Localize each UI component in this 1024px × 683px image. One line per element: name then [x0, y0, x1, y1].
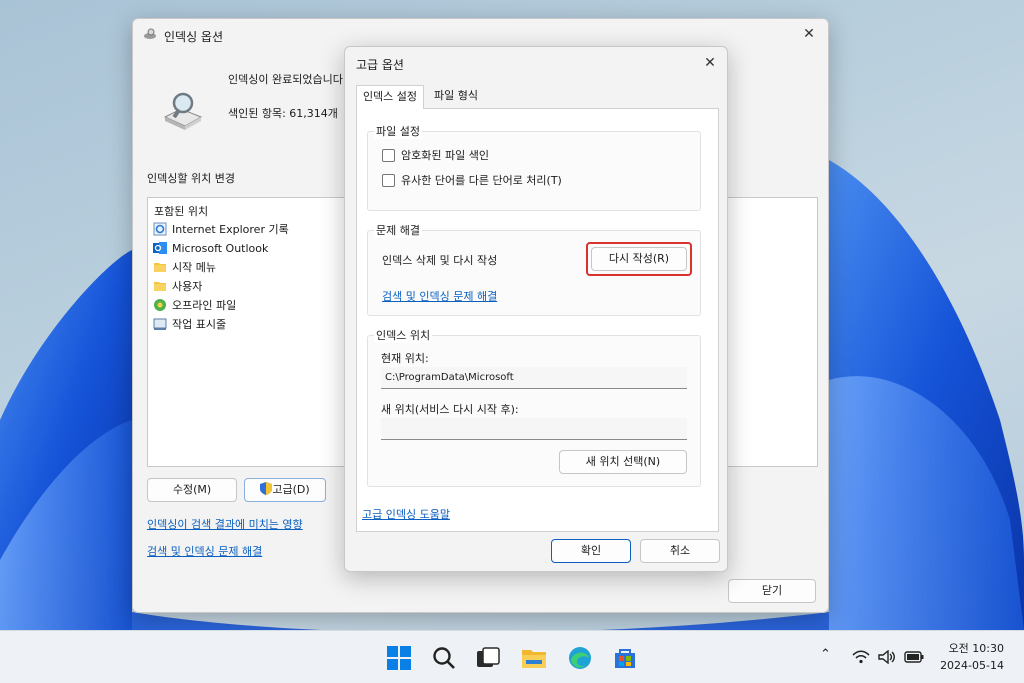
list-item[interactable]: Microsoft Outlook — [153, 239, 268, 257]
wifi-icon[interactable] — [852, 650, 870, 664]
taskbar-icon — [153, 317, 167, 331]
troubleshoot-link[interactable]: 검색 및 인덱싱 문제 해결 — [382, 288, 497, 304]
troubleshoot-link[interactable]: 검색 및 인덱싱 문제 해결 — [147, 543, 262, 559]
group-label: 파일 설정 — [374, 123, 422, 139]
magnifier-drive-icon — [163, 92, 203, 130]
advanced-help-link[interactable]: 고급 인덱싱 도움말 — [362, 506, 450, 522]
window-title: 인덱싱 옵션 — [164, 30, 224, 44]
section-label: 인덱싱할 위치 변경 — [147, 172, 235, 185]
advanced-options-dialog: 고급 옵션 ✕ 인덱스 설정 파일 형식 파일 설정 암호화된 파일 색인 유사… — [344, 46, 728, 572]
cancel-button[interactable]: 취소 — [640, 539, 720, 563]
offline-files-icon — [153, 298, 167, 312]
advanced-button-label: 고급(D) — [272, 483, 310, 496]
title-bar: 인덱싱 옵션 ✕ — [133, 19, 828, 49]
volume-icon[interactable] — [878, 650, 896, 664]
outlook-icon — [153, 241, 167, 255]
checkbox-label: 암호화된 파일 색인 — [401, 149, 489, 162]
file-settings-group: 파일 설정 암호화된 파일 색인 유사한 단어를 다른 단어로 처리(T) — [367, 123, 701, 211]
index-location-group: 인덱스 위치 현재 위치: C:\ProgramData\Microsoft 새… — [367, 327, 701, 487]
advanced-button[interactable]: 고급(D) — [244, 478, 326, 502]
clock-time: 오전 10:30 — [948, 642, 1004, 655]
indexed-count: 색인된 항목: 61,314개 — [228, 107, 338, 120]
clock[interactable]: 오전 10:30 2024-05-14 — [940, 640, 1004, 674]
tab-index-settings[interactable]: 인덱스 설정 — [356, 85, 424, 109]
rebuild-description: 인덱스 삭제 및 다시 작성 — [382, 254, 498, 267]
checkbox-label: 유사한 단어를 다른 단어로 처리(T) — [401, 174, 562, 187]
edge-icon[interactable] — [567, 645, 593, 671]
rebuild-button[interactable]: 다시 작성(R) — [591, 247, 687, 271]
troubleshooting-group: 문제 해결 인덱스 삭제 및 다시 작성 다시 작성(R) 검색 및 인덱싱 문… — [367, 222, 701, 316]
group-label: 인덱스 위치 — [374, 327, 433, 343]
indexing-icon — [144, 28, 156, 39]
close-icon[interactable]: ✕ — [699, 52, 721, 74]
ie-history-icon — [153, 222, 167, 236]
list-item-label: 작업 표시줄 — [172, 318, 227, 331]
modify-button[interactable]: 수정(M) — [147, 478, 237, 502]
checkbox-box[interactable] — [382, 173, 395, 187]
diacritics-checkbox[interactable]: 유사한 단어를 다른 단어로 처리(T) — [382, 172, 562, 188]
list-item-label: 사용자 — [172, 280, 203, 293]
list-item[interactable]: Internet Explorer 기록 — [153, 220, 289, 238]
list-item[interactable]: 사용자 — [153, 277, 202, 295]
dialog-title-bar: 고급 옵션 ✕ — [345, 47, 727, 77]
chevron-up-icon[interactable]: ⌃ — [820, 647, 831, 662]
current-location-field: C:\ProgramData\Microsoft — [381, 367, 687, 389]
dialog-title: 고급 옵션 — [356, 58, 404, 72]
close-button[interactable]: 닫기 — [728, 579, 816, 603]
tab-panel: 파일 설정 암호화된 파일 색인 유사한 단어를 다른 단어로 처리(T) 문제… — [356, 108, 719, 532]
start-icon[interactable] — [386, 645, 412, 671]
list-item[interactable]: 시작 메뉴 — [153, 258, 216, 276]
file-explorer-icon[interactable] — [521, 645, 547, 671]
list-item[interactable]: 작업 표시줄 — [153, 315, 226, 333]
ok-button[interactable]: 확인 — [551, 539, 631, 563]
new-location-label: 새 위치(서비스 다시 시작 후): — [381, 403, 519, 416]
folder-icon — [153, 279, 167, 293]
list-item-label: 시작 메뉴 — [172, 261, 216, 274]
indexing-status: 인덱싱이 완료되었습니다 — [228, 73, 343, 86]
list-item-label: Microsoft Outlook — [172, 241, 269, 255]
store-icon[interactable] — [612, 645, 638, 671]
list-item-label: Internet Explorer 기록 — [172, 223, 289, 236]
task-view-icon[interactable] — [475, 645, 501, 671]
new-location-field — [381, 418, 687, 440]
shield-icon — [260, 482, 273, 495]
encrypted-files-checkbox[interactable]: 암호화된 파일 색인 — [382, 147, 489, 163]
close-icon[interactable]: ✕ — [798, 23, 820, 45]
tab-file-types[interactable]: 파일 형식 — [426, 85, 486, 109]
clock-date: 2024-05-14 — [940, 659, 1004, 672]
list-item-label: 오프라인 파일 — [172, 299, 237, 312]
battery-icon[interactable] — [904, 651, 924, 663]
list-item[interactable]: 오프라인 파일 — [153, 296, 236, 314]
current-location-label: 현재 위치: — [381, 352, 429, 365]
search-icon[interactable] — [431, 645, 457, 671]
select-new-location-button[interactable]: 새 위치 선택(N) — [559, 450, 687, 474]
group-label: 문제 해결 — [374, 222, 422, 238]
indexing-results-link[interactable]: 인덱싱이 검색 결과에 미치는 영향 — [147, 516, 303, 532]
folder-icon — [153, 260, 167, 274]
checkbox-box[interactable] — [382, 148, 395, 162]
taskbar: ⌃ 오전 10:30 2024-05-14 — [0, 630, 1024, 683]
list-header: 포함된 위치 — [154, 205, 209, 218]
